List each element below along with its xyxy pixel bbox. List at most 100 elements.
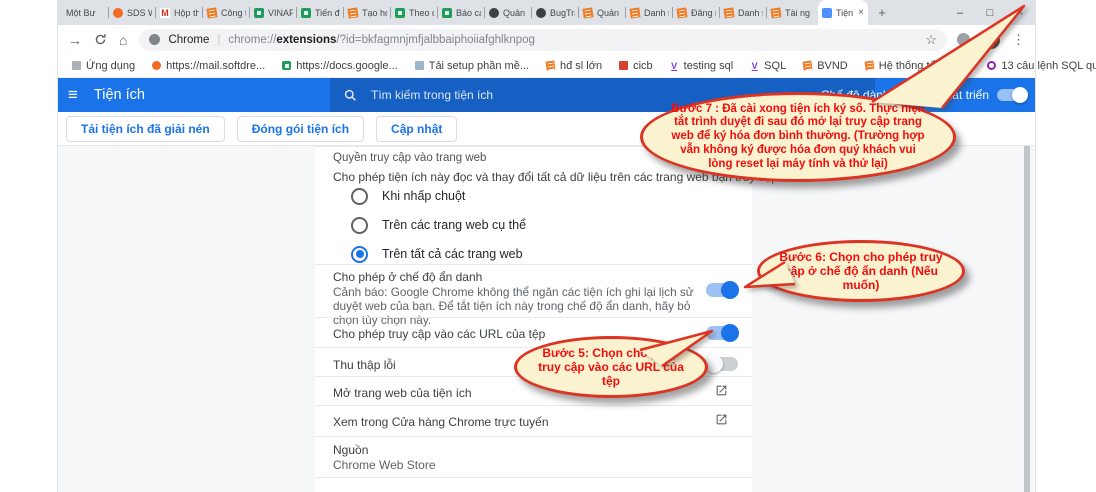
error-collection-label: Thu thập lỗi: [333, 358, 396, 372]
tab-12[interactable]: Danh sá: [626, 0, 673, 25]
pack-extension-button[interactable]: Đóng gói tiện ích: [237, 116, 364, 142]
tab-8[interactable]: Báo cáo: [438, 0, 485, 25]
site-info-icon[interactable]: [149, 34, 160, 45]
tab-4[interactable]: VINAFR: [250, 0, 297, 25]
bookmark-label: Hệ thống tổng hợp: [879, 60, 971, 72]
tab-label: Danh sá: [644, 8, 669, 18]
external-link-icon[interactable]: [715, 384, 729, 398]
tab-0[interactable]: Một Bư: [62, 0, 109, 25]
bookmark-3[interactable]: Tải setup phần mề...: [415, 60, 529, 72]
tab-3[interactable]: Công ty: [203, 0, 250, 25]
bookmark-1[interactable]: https://mail.softdre...: [152, 60, 265, 72]
sheet-green-icon: [395, 8, 405, 18]
globe-dark-icon: [536, 8, 546, 18]
url-scheme: chrome://: [228, 34, 276, 46]
tab-label: BugTra: [550, 8, 575, 18]
callout-step7: Bước 7 : Đã cài xong tiện ích ký số. Thự…: [640, 92, 956, 182]
radio-row-2[interactable]: Trên tất cả các trang web: [351, 245, 523, 263]
doc-blue-icon: [415, 61, 424, 70]
sheet-green-icon: [254, 8, 264, 18]
tab-label: Báo cáo: [456, 8, 481, 18]
update-button[interactable]: Cập nhật: [376, 116, 457, 142]
file-urls-toggle[interactable]: [706, 326, 738, 340]
radio-label: Khi nhấp chuột: [382, 189, 465, 203]
callout-step5: Bước 5: Chọn cho phép truy cập vào các U…: [514, 336, 708, 398]
tab-13[interactable]: Đăng nh: [673, 0, 720, 25]
new-tab-button[interactable]: +: [874, 5, 890, 20]
bookmark-5[interactable]: cicb: [619, 60, 653, 72]
letter-v-purple-icon: V: [750, 61, 759, 70]
active-tab-label: Tiện: [836, 8, 854, 18]
bookmark-10[interactable]: 13 câu lệnh SQL qu...: [987, 60, 1096, 72]
tab-5[interactable]: Tiến độ: [297, 0, 344, 25]
radio-icon[interactable]: [351, 188, 368, 205]
close-button[interactable]: ×: [1005, 0, 1035, 25]
bookmark-2[interactable]: https://docs.google...: [282, 60, 398, 72]
minimize-button[interactable]: –: [945, 0, 975, 25]
load-unpacked-button[interactable]: Tải tiện ích đã giải nén: [66, 116, 225, 142]
address-bar[interactable]: Chrome | chrome://extensions/?id=bkfagmn…: [139, 29, 947, 51]
radio-row-0[interactable]: Khi nhấp chuột: [351, 187, 465, 205]
sheet-green-icon: [301, 8, 311, 18]
external-link-icon[interactable]: [715, 413, 729, 427]
tab-9[interactable]: Quản lý: [485, 0, 532, 25]
bookmark-label: https://docs.google...: [296, 60, 398, 72]
home-icon[interactable]: ⌂: [119, 33, 127, 47]
scrollbar[interactable]: [1024, 146, 1030, 492]
tab-6[interactable]: Tạo hóa: [344, 0, 391, 25]
tab-1[interactable]: SDS We: [109, 0, 156, 25]
reload-icon[interactable]: [94, 33, 107, 46]
tab-7[interactable]: Theo dõ: [391, 0, 438, 25]
bookmark-6[interactable]: Vtesting sql: [670, 60, 734, 72]
bookmark-7[interactable]: VSQL: [750, 60, 786, 72]
receipt-orange-icon: [770, 7, 781, 18]
tab-11[interactable]: Quản lý: [579, 0, 626, 25]
avatar[interactable]: [982, 31, 1000, 49]
receipt-orange-icon: [723, 7, 734, 18]
site-label: Chrome: [168, 34, 209, 46]
star-orange-icon: [113, 8, 123, 18]
hamburger-menu-icon[interactable]: ≡: [68, 85, 78, 105]
divider: [315, 264, 752, 265]
extensions-content: Quyền truy cập vào trang web Cho phép ti…: [58, 146, 1035, 492]
site-access-title: Quyền truy cập vào trang web: [333, 152, 486, 164]
error-collection-toggle[interactable]: [706, 357, 738, 371]
receipt-orange-icon: [206, 7, 217, 18]
tab-label: Công ty: [221, 8, 246, 18]
extensions-toolbar-icon[interactable]: [957, 33, 970, 46]
receipt-orange-icon: [582, 7, 593, 18]
bookmark-label: https://mail.softdre...: [166, 60, 265, 72]
tab-label: SDS We: [127, 8, 152, 18]
tab-2[interactable]: MHộp thư: [156, 0, 203, 25]
tab-close-icon[interactable]: ×: [858, 8, 864, 18]
globe-dark-icon: [489, 8, 499, 18]
bookmark-8[interactable]: BVND: [803, 60, 848, 72]
sheet-green-icon: [442, 8, 452, 18]
developer-mode-toggle[interactable]: [997, 89, 1027, 101]
bookmark-star-icon[interactable]: ☆: [925, 32, 937, 48]
radio-selected-icon[interactable]: [351, 246, 368, 263]
url-path: /?id=bkfagmnjmfjalbbaiphoiiafghlknpog: [336, 34, 535, 46]
tab-label: Danh sá: [738, 8, 763, 18]
open-website-label: Mở trang web của tiện ích: [333, 386, 472, 400]
bookmark-9[interactable]: Hệ thống tổng hợp: [865, 60, 971, 72]
radio-row-1[interactable]: Trên các trang web cụ thể: [351, 216, 526, 234]
menu-dots-icon[interactable]: ⋮: [1012, 32, 1025, 48]
maximize-button[interactable]: □: [975, 0, 1005, 25]
forward-icon[interactable]: →: [68, 33, 82, 47]
search-icon: [344, 89, 357, 102]
tab-extensions-active[interactable]: Tiện ×: [818, 0, 868, 25]
divider: [315, 317, 752, 318]
tab-14[interactable]: Danh sá: [720, 0, 767, 25]
radio-label: Trên tất cả các trang web: [382, 247, 523, 261]
bookmarks-bar: Ứng dụng https://mail.softdre... https://d…: [58, 54, 1035, 78]
radio-icon[interactable]: [351, 217, 368, 234]
tab-10[interactable]: BugTra: [532, 0, 579, 25]
bookmark-4[interactable]: hđ sl lớn: [546, 60, 602, 72]
receipt-orange-icon: [347, 7, 358, 18]
tab-label: Theo dõ: [409, 8, 434, 18]
tab-15[interactable]: Tài ngu: [767, 0, 814, 25]
incognito-toggle[interactable]: [706, 283, 738, 297]
bookmark-0[interactable]: Ứng dụng: [72, 60, 135, 72]
search-input[interactable]: [369, 87, 693, 103]
